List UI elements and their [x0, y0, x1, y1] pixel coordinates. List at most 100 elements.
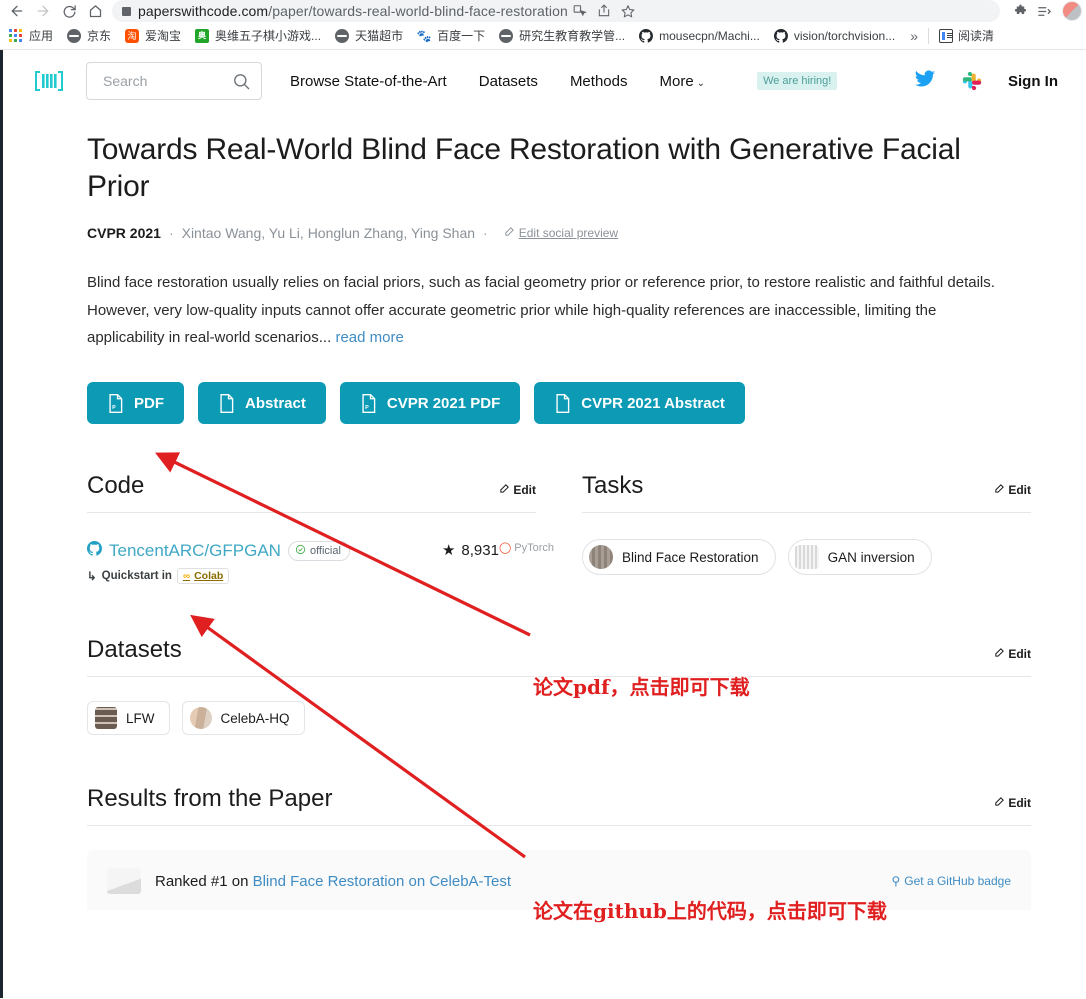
- task-pill-blind-face-restoration[interactable]: Blind Face Restoration: [582, 539, 776, 576]
- pdf-button[interactable]: P PDF: [87, 382, 184, 425]
- cvpr-abstract-button-label: CVPR 2021 Abstract: [581, 394, 725, 412]
- bookmarks-overflow-button[interactable]: »: [910, 28, 918, 44]
- colab-badge[interactable]: ∞ Colab: [176, 568, 230, 585]
- home-button[interactable]: [82, 0, 108, 22]
- cvpr-pdf-button[interactable]: P CVPR 2021 PDF: [339, 382, 521, 425]
- code-edit-link[interactable]: Edit: [499, 483, 536, 497]
- bookmark-label: 百度一下: [437, 29, 486, 43]
- bookmark-apps[interactable]: 应用: [8, 27, 53, 44]
- search-icon[interactable]: [232, 72, 251, 91]
- address-bar[interactable]: paperswithcode.com/paper/towards-real-wo…: [112, 0, 1000, 22]
- extensions-puzzle-icon[interactable]: [1008, 0, 1032, 22]
- nav-datasets[interactable]: Datasets: [479, 73, 538, 90]
- bookmark-gomoku-game[interactable]: 奥 奥维五子棋小游戏...: [194, 27, 321, 44]
- abstract-button-label: Abstract: [245, 394, 306, 412]
- bookmark-jd[interactable]: 京东: [66, 27, 111, 44]
- downloads-icon[interactable]: [1032, 0, 1056, 22]
- forward-button[interactable]: [30, 0, 56, 22]
- star-icon: ★: [441, 542, 456, 560]
- bookmark-label: 奥维五子棋小游戏...: [215, 29, 322, 43]
- arrow-branch-icon: ↳: [87, 571, 97, 584]
- bookmark-grad-edu[interactable]: 研究生教育教学管...: [498, 27, 625, 44]
- meta-separator: ·: [483, 224, 488, 241]
- extension-icons: [1008, 0, 1082, 22]
- datasets-edit-link[interactable]: Edit: [994, 647, 1031, 661]
- share-icon[interactable]: [592, 0, 616, 22]
- dataset-label: LFW: [126, 710, 155, 726]
- back-button[interactable]: [4, 0, 30, 22]
- dataset-card-celeba-hq[interactable]: CelebA-HQ: [181, 701, 305, 736]
- bookmark-label: 天猫超市: [355, 29, 404, 43]
- venue-badge[interactable]: CVPR 2021: [87, 225, 161, 241]
- repo-stars: ★ 8,931: [441, 541, 499, 560]
- bookmark-torchvision[interactable]: vision/torchvision...: [773, 28, 895, 44]
- nav-more[interactable]: More ⌄: [659, 73, 705, 90]
- file-icon: [218, 393, 235, 413]
- authors-list[interactable]: Xintao Wang, Yu Li, Honglun Zhang, Ying …: [182, 225, 475, 241]
- pytorch-icon: ◯: [498, 542, 512, 555]
- sign-in-link[interactable]: Sign In: [1008, 73, 1058, 90]
- dataset-label: CelebA-HQ: [220, 710, 290, 726]
- game-icon: 奥: [194, 28, 210, 44]
- cvpr-abstract-button[interactable]: CVPR 2021 Abstract: [534, 382, 745, 425]
- star-count: 8,931: [461, 541, 499, 559]
- search-input[interactable]: [101, 72, 221, 90]
- github-badge-link[interactable]: ⚲ Get a GitHub badge: [891, 874, 1011, 888]
- translate-icon[interactable]: [568, 0, 592, 22]
- reload-button[interactable]: [56, 0, 82, 22]
- primary-nav: Browse State-of-the-Art Datasets Methods…: [290, 72, 838, 90]
- meta-separator: ·: [168, 224, 174, 241]
- badge-icon: ⚲: [891, 874, 901, 889]
- task-pill-gan-inversion[interactable]: GAN inversion: [787, 539, 932, 576]
- search-box[interactable]: [86, 62, 262, 100]
- results-edit-link[interactable]: Edit: [994, 796, 1031, 810]
- profile-avatar[interactable]: [1062, 1, 1082, 21]
- nav-browse-sota[interactable]: Browse State-of-the-Art: [290, 73, 447, 90]
- cvpr-pdf-button-label: CVPR 2021 PDF: [386, 394, 501, 412]
- bookmark-tmall[interactable]: 天猫超市: [334, 27, 403, 44]
- code-section-header: Code Edit: [87, 472, 536, 514]
- edit-social-preview-link[interactable]: Edit social preview: [504, 226, 618, 240]
- address-bar-url: paperswithcode.com/paper/towards-real-wo…: [138, 0, 568, 22]
- dataset-card-lfw[interactable]: LFW: [87, 701, 170, 736]
- slack-icon[interactable]: [962, 71, 982, 91]
- quickstart-row: ↳ Quickstart in ∞ Colab: [87, 568, 350, 585]
- bookmark-taobao[interactable]: 淘 爱淘宝: [124, 27, 181, 44]
- bookmark-mousecpn[interactable]: mousecpn/Machi...: [638, 28, 760, 44]
- official-badge-label: official: [309, 545, 341, 558]
- results-heading: Results from the Paper: [87, 785, 333, 813]
- browser-toolbar: paperswithcode.com/paper/towards-real-wo…: [0, 0, 1086, 22]
- quickstart-label: Quickstart in: [101, 570, 172, 583]
- baidu-icon: 🐾: [416, 28, 432, 43]
- bookmark-label: 京东: [87, 29, 112, 43]
- repo-link[interactable]: TencentARC/GFPGAN: [109, 541, 281, 561]
- framework-badge: ◯ PyTorch: [498, 541, 554, 555]
- code-repo-row: TencentARC/GFPGAN official ↳ Quickstart …: [87, 541, 554, 585]
- reading-list-button[interactable]: 阅读清: [939, 27, 994, 44]
- nav-methods[interactable]: Methods: [570, 73, 628, 90]
- omnibox-actions: [568, 0, 640, 22]
- paper-meta: CVPR 2021 · Xintao Wang, Yu Li, Honglun …: [87, 225, 1031, 241]
- edit-pencil-icon: [504, 226, 515, 240]
- globe-icon: [334, 28, 350, 44]
- url-host: paperswithcode.com: [138, 3, 269, 19]
- bookmark-label: 爱淘宝: [145, 29, 182, 43]
- abstract-button[interactable]: Abstract: [198, 382, 326, 425]
- edit-pencil-icon: [499, 483, 510, 497]
- bookmark-star-icon[interactable]: [616, 0, 640, 22]
- twitter-icon[interactable]: [914, 68, 936, 95]
- header-right-actions: Sign In: [914, 68, 1058, 95]
- datasets-heading: Datasets: [87, 636, 182, 664]
- tasks-edit-link[interactable]: Edit: [994, 483, 1031, 497]
- hiring-badge[interactable]: We are hiring!: [757, 72, 838, 90]
- rank-benchmark-link[interactable]: Blind Face Restoration on CelebA-Test: [253, 873, 511, 890]
- official-badge: official: [287, 541, 350, 562]
- site-info-lock-icon[interactable]: [122, 6, 131, 16]
- edit-pencil-icon: [994, 796, 1005, 810]
- read-more-link[interactable]: read more: [335, 329, 403, 346]
- pdf-file-icon: P: [360, 393, 377, 413]
- papers-with-code-logo[interactable]: [34, 69, 64, 93]
- dataset-thumbnail-icon: [189, 707, 212, 730]
- taobao-icon: 淘: [124, 28, 140, 44]
- bookmark-baidu[interactable]: 🐾 百度一下: [416, 27, 485, 44]
